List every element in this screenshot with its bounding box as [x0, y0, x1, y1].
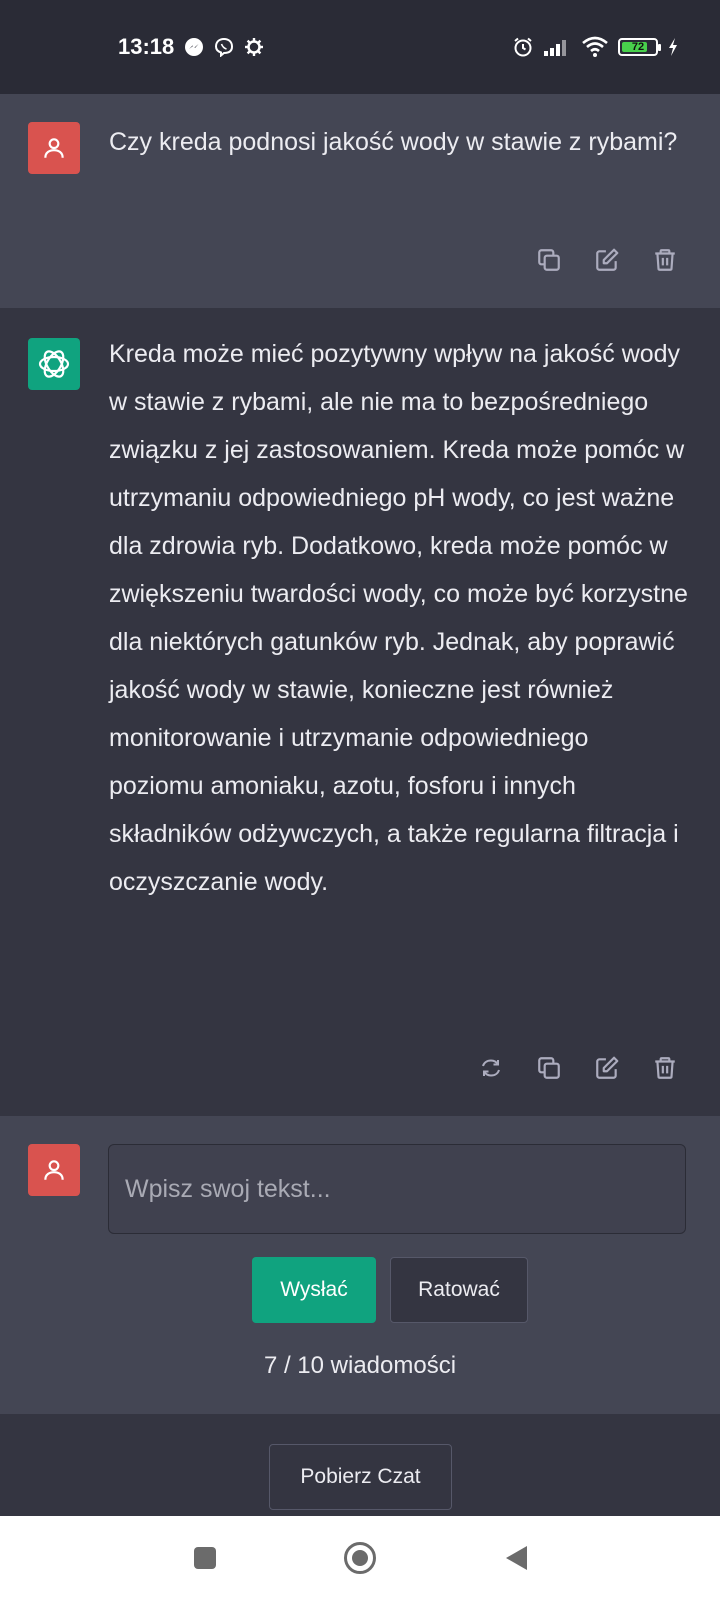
edit-icon[interactable] [592, 1053, 622, 1083]
circle-icon [344, 1542, 376, 1574]
status-time: 13:18 [118, 34, 175, 59]
charging-icon [666, 36, 680, 58]
assistant-message: Kreda może mieć pozytywny wpływ na jakoś… [0, 308, 720, 1116]
signal-icon [542, 36, 572, 58]
openai-logo-icon [38, 350, 70, 378]
copy-icon[interactable] [534, 245, 564, 275]
square-icon [194, 1547, 216, 1569]
settings-icon [243, 36, 265, 58]
status-bar: 13:18 72 [0, 0, 720, 94]
user-icon [44, 1160, 64, 1180]
home-button[interactable] [340, 1538, 380, 1578]
assistant-avatar [28, 338, 80, 390]
battery-level: 72 [631, 41, 645, 53]
composer: Wysłać Ratować 7 / 10 wiadomości [0, 1116, 720, 1414]
message-counter: 7 / 10 wiadomości [263, 1352, 457, 1379]
triangle-back-icon [506, 1546, 527, 1570]
edit-icon[interactable] [592, 245, 622, 275]
alarm-icon [512, 36, 534, 58]
back-button[interactable] [496, 1538, 536, 1578]
copy-icon[interactable] [534, 1053, 564, 1083]
user-avatar [28, 1144, 80, 1196]
battery-icon: 72 [618, 38, 661, 56]
download-chat-button[interactable]: Pobierz Czat [269, 1444, 452, 1510]
send-button[interactable]: Wysłać [252, 1257, 376, 1323]
delete-icon[interactable] [650, 1053, 680, 1083]
user-avatar [28, 122, 80, 174]
user-message-text: Czy kreda podnosi jakość wody w stawie z… [109, 128, 678, 156]
message-input-box [108, 1144, 686, 1234]
user-icon [44, 138, 64, 158]
messenger-icon [183, 36, 205, 58]
assistant-message-text: Kreda może mieć pozytywny wpływ na jakoś… [109, 340, 688, 896]
recent-apps-button[interactable] [185, 1538, 225, 1578]
save-button[interactable]: Ratować [390, 1257, 528, 1323]
wifi-icon [580, 36, 610, 58]
regenerate-icon[interactable] [476, 1053, 506, 1083]
viber-icon [213, 36, 235, 58]
message-input[interactable] [109, 1145, 685, 1233]
delete-icon[interactable] [650, 245, 680, 275]
user-message: Czy kreda podnosi jakość wody w stawie z… [0, 94, 720, 308]
navigation-bar [0, 1516, 720, 1600]
